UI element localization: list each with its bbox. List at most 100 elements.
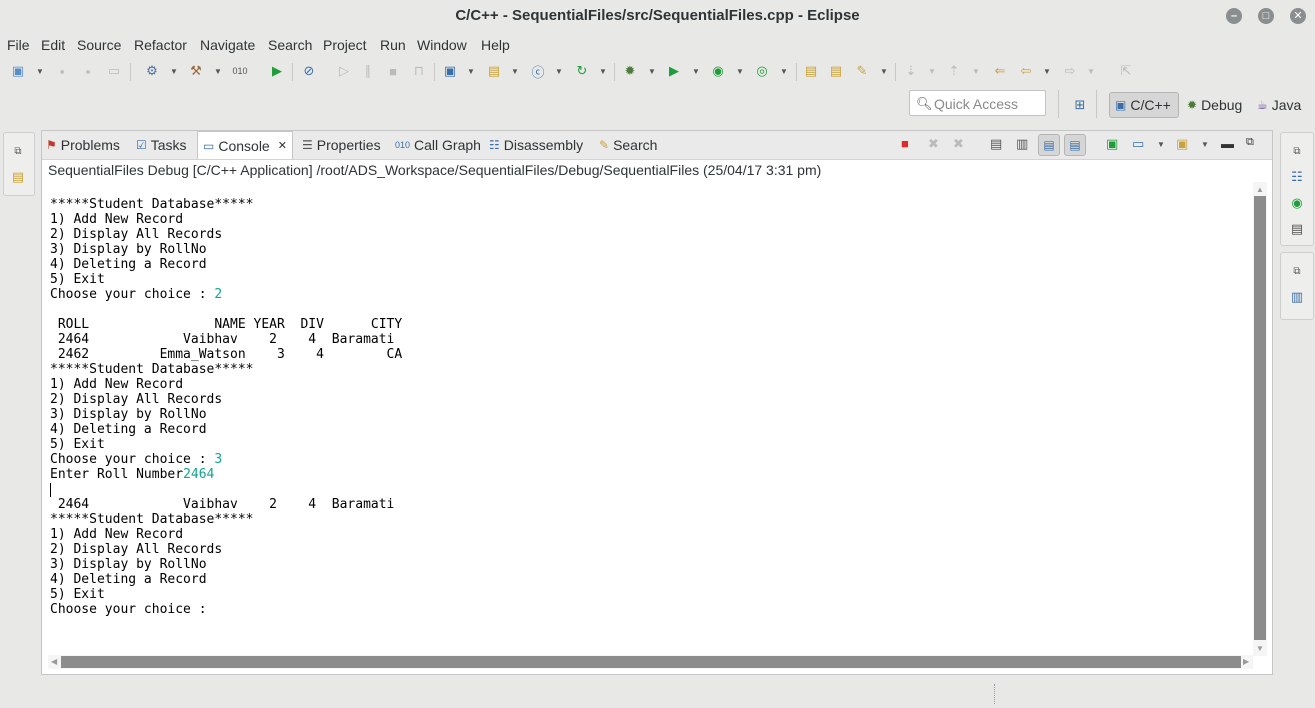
run-app-dropdown-icon[interactable]: ▼ (692, 67, 700, 76)
print-icon[interactable]: ▭ (106, 63, 122, 79)
tab-call-graph[interactable]: 010 Call Graph (395, 131, 481, 159)
show-on-stdout-icon[interactable]: ▤ (1038, 134, 1060, 156)
prev-annotation-dropdown-icon[interactable]: ▼ (972, 67, 980, 76)
new-class-icon[interactable]: ⓒ (530, 63, 546, 80)
scroll-up-icon[interactable]: ▲ (1256, 185, 1264, 194)
pen-dropdown-icon[interactable]: ▼ (880, 67, 888, 76)
vertical-scroll-thumb[interactable] (1254, 196, 1266, 640)
debug-dropdown-icon[interactable]: ▼ (648, 67, 656, 76)
build-config-icon[interactable]: ⚙ (144, 63, 160, 79)
back-icon[interactable]: ⇦ (1018, 63, 1034, 79)
refresh-icon[interactable]: ↻ (574, 63, 590, 79)
menu-search[interactable]: Search (268, 37, 312, 53)
tab-console[interactable]: ▭ Console ✕ (197, 131, 293, 159)
next-annotation-icon[interactable]: ⇣ (903, 63, 919, 79)
pin-console-icon[interactable]: ▣ (1106, 136, 1118, 152)
horizontal-scroll-thumb[interactable] (61, 656, 1241, 668)
menu-window[interactable]: Window (417, 37, 467, 53)
open-element-icon[interactable]: ▤ (828, 63, 844, 79)
forward-icon[interactable]: ⇨ (1062, 63, 1078, 79)
maximize-icon[interactable]: □ (1258, 8, 1274, 24)
run-profile-icon[interactable]: ◉ (710, 63, 726, 79)
build-dropdown-icon[interactable]: ▼ (214, 67, 222, 76)
suspend-icon[interactable]: ∥ (360, 63, 376, 79)
perspective-java[interactable]: ☕︎ Java (1252, 92, 1306, 118)
quick-access-field[interactable]: 🔍︎ Quick Access (909, 90, 1046, 116)
tab-search[interactable]: ✎ Search (599, 131, 657, 159)
pen-icon[interactable]: ✎ (854, 63, 870, 79)
new-folder-dropdown-icon[interactable]: ▼ (511, 67, 519, 76)
tab-properties[interactable]: ☰ Properties (302, 131, 381, 159)
open-console-dropdown-icon[interactable]: ▼ (1201, 140, 1209, 149)
close-tab-icon[interactable]: ✕ (278, 139, 287, 152)
run-profile-dropdown-icon[interactable]: ▼ (736, 67, 744, 76)
restore-icon[interactable]: ⧉ (1289, 263, 1305, 279)
external-tools-icon[interactable]: ◎ (754, 63, 770, 79)
scroll-right-icon[interactable]: ▶ (1243, 657, 1249, 666)
forward-dropdown-icon[interactable]: ▼ (1087, 67, 1095, 76)
display-console-dropdown-icon[interactable]: ▼ (1157, 140, 1165, 149)
minimize-view-icon[interactable]: ▬ (1221, 136, 1234, 151)
new-dropdown-icon[interactable]: ▼ (36, 67, 44, 76)
run-app-icon[interactable]: ▶ (666, 63, 682, 79)
menu-source[interactable]: Source (77, 37, 121, 53)
remove-all-launches-icon[interactable]: ✖ (953, 136, 964, 152)
open-console-icon[interactable]: ▣ (1176, 136, 1188, 152)
minimize-icon[interactable]: – (1226, 8, 1242, 24)
tab-problems[interactable]: ⚑ Problems (46, 131, 120, 159)
menu-project[interactable]: Project (323, 37, 367, 53)
display-console-icon[interactable]: ▭ (1132, 136, 1144, 152)
new-icon[interactable]: ▣ (10, 63, 26, 79)
perspective-debug[interactable]: ✹ Debug (1182, 92, 1247, 118)
open-type-icon[interactable]: ▤ (803, 63, 819, 79)
restore-icon[interactable]: ⧉ (10, 143, 26, 159)
scroll-down-icon[interactable]: ▼ (1256, 644, 1264, 653)
tab-tasks[interactable]: ☑ Tasks (136, 131, 187, 159)
make-target-icon[interactable]: ◉ (1289, 195, 1305, 211)
menu-refactor[interactable]: Refactor (134, 37, 187, 53)
save-all-icon[interactable]: ▪ (80, 63, 96, 79)
disconnect-icon[interactable]: ⊓ (411, 63, 427, 79)
next-annotation-dropdown-icon[interactable]: ▼ (928, 67, 936, 76)
build-hammer-icon[interactable]: ⚒ (188, 63, 204, 79)
refresh-dropdown-icon[interactable]: ▼ (599, 67, 607, 76)
panel-icon[interactable]: ▥ (1289, 289, 1305, 305)
pin-editor-icon[interactable]: ⇱ (1118, 63, 1134, 79)
build-config-dropdown-icon[interactable]: ▼ (170, 67, 178, 76)
show-on-stderr-icon[interactable]: ▤ (1064, 134, 1086, 156)
new-class-dropdown-icon[interactable]: ▼ (555, 67, 563, 76)
menu-navigate[interactable]: Navigate (200, 37, 255, 53)
terminate-icon[interactable]: ■ (901, 136, 909, 151)
tab-disassembly[interactable]: ☷ Disassembly (489, 131, 583, 159)
open-perspective-icon[interactable]: ⊞ (1072, 97, 1088, 113)
external-tools-dropdown-icon[interactable]: ▼ (780, 67, 788, 76)
new-project-dropdown-icon[interactable]: ▼ (467, 67, 475, 76)
new-folder-icon[interactable]: ▤ (486, 63, 502, 79)
status-bar-handle[interactable] (994, 684, 996, 704)
binary-icon[interactable]: 010 (232, 63, 248, 79)
menu-help[interactable]: Help (481, 37, 510, 53)
project-explorer-icon[interactable]: ▤ (10, 169, 26, 185)
new-project-icon[interactable]: ▣ (442, 63, 458, 79)
scroll-lock-icon[interactable]: ▥ (1016, 136, 1028, 152)
save-icon[interactable]: ▪ (54, 63, 70, 79)
outline-icon[interactable]: ☷ (1289, 169, 1305, 185)
menu-file[interactable]: File (7, 37, 30, 53)
debug-icon[interactable]: ✹ (622, 63, 638, 79)
perspective-cpp[interactable]: ▣ C/C++ (1109, 92, 1179, 118)
remove-launch-icon[interactable]: ✖ (928, 136, 939, 152)
clear-console-icon[interactable]: ▤ (990, 136, 1002, 152)
scroll-left-icon[interactable]: ◀ (51, 657, 57, 666)
prev-annotation-icon[interactable]: ⇡ (946, 63, 962, 79)
menu-run[interactable]: Run (380, 37, 406, 53)
console-output[interactable]: *****Student Database***** 1) Add New Rec… (50, 197, 402, 617)
run-icon[interactable]: ▶ (269, 63, 285, 79)
resume-icon[interactable]: ▷ (336, 63, 352, 79)
task-list-icon[interactable]: ▤ (1289, 221, 1305, 237)
terminate-disabled-icon[interactable]: ■ (385, 63, 401, 79)
maximize-view-icon[interactable]: ⧉ (1246, 136, 1254, 149)
last-edit-icon[interactable]: ⇐ (992, 63, 1008, 79)
skip-breakpoints-icon[interactable]: ⊘ (301, 63, 317, 79)
close-icon[interactable]: ✕ (1290, 8, 1306, 24)
restore-icon[interactable]: ⧉ (1289, 143, 1305, 159)
